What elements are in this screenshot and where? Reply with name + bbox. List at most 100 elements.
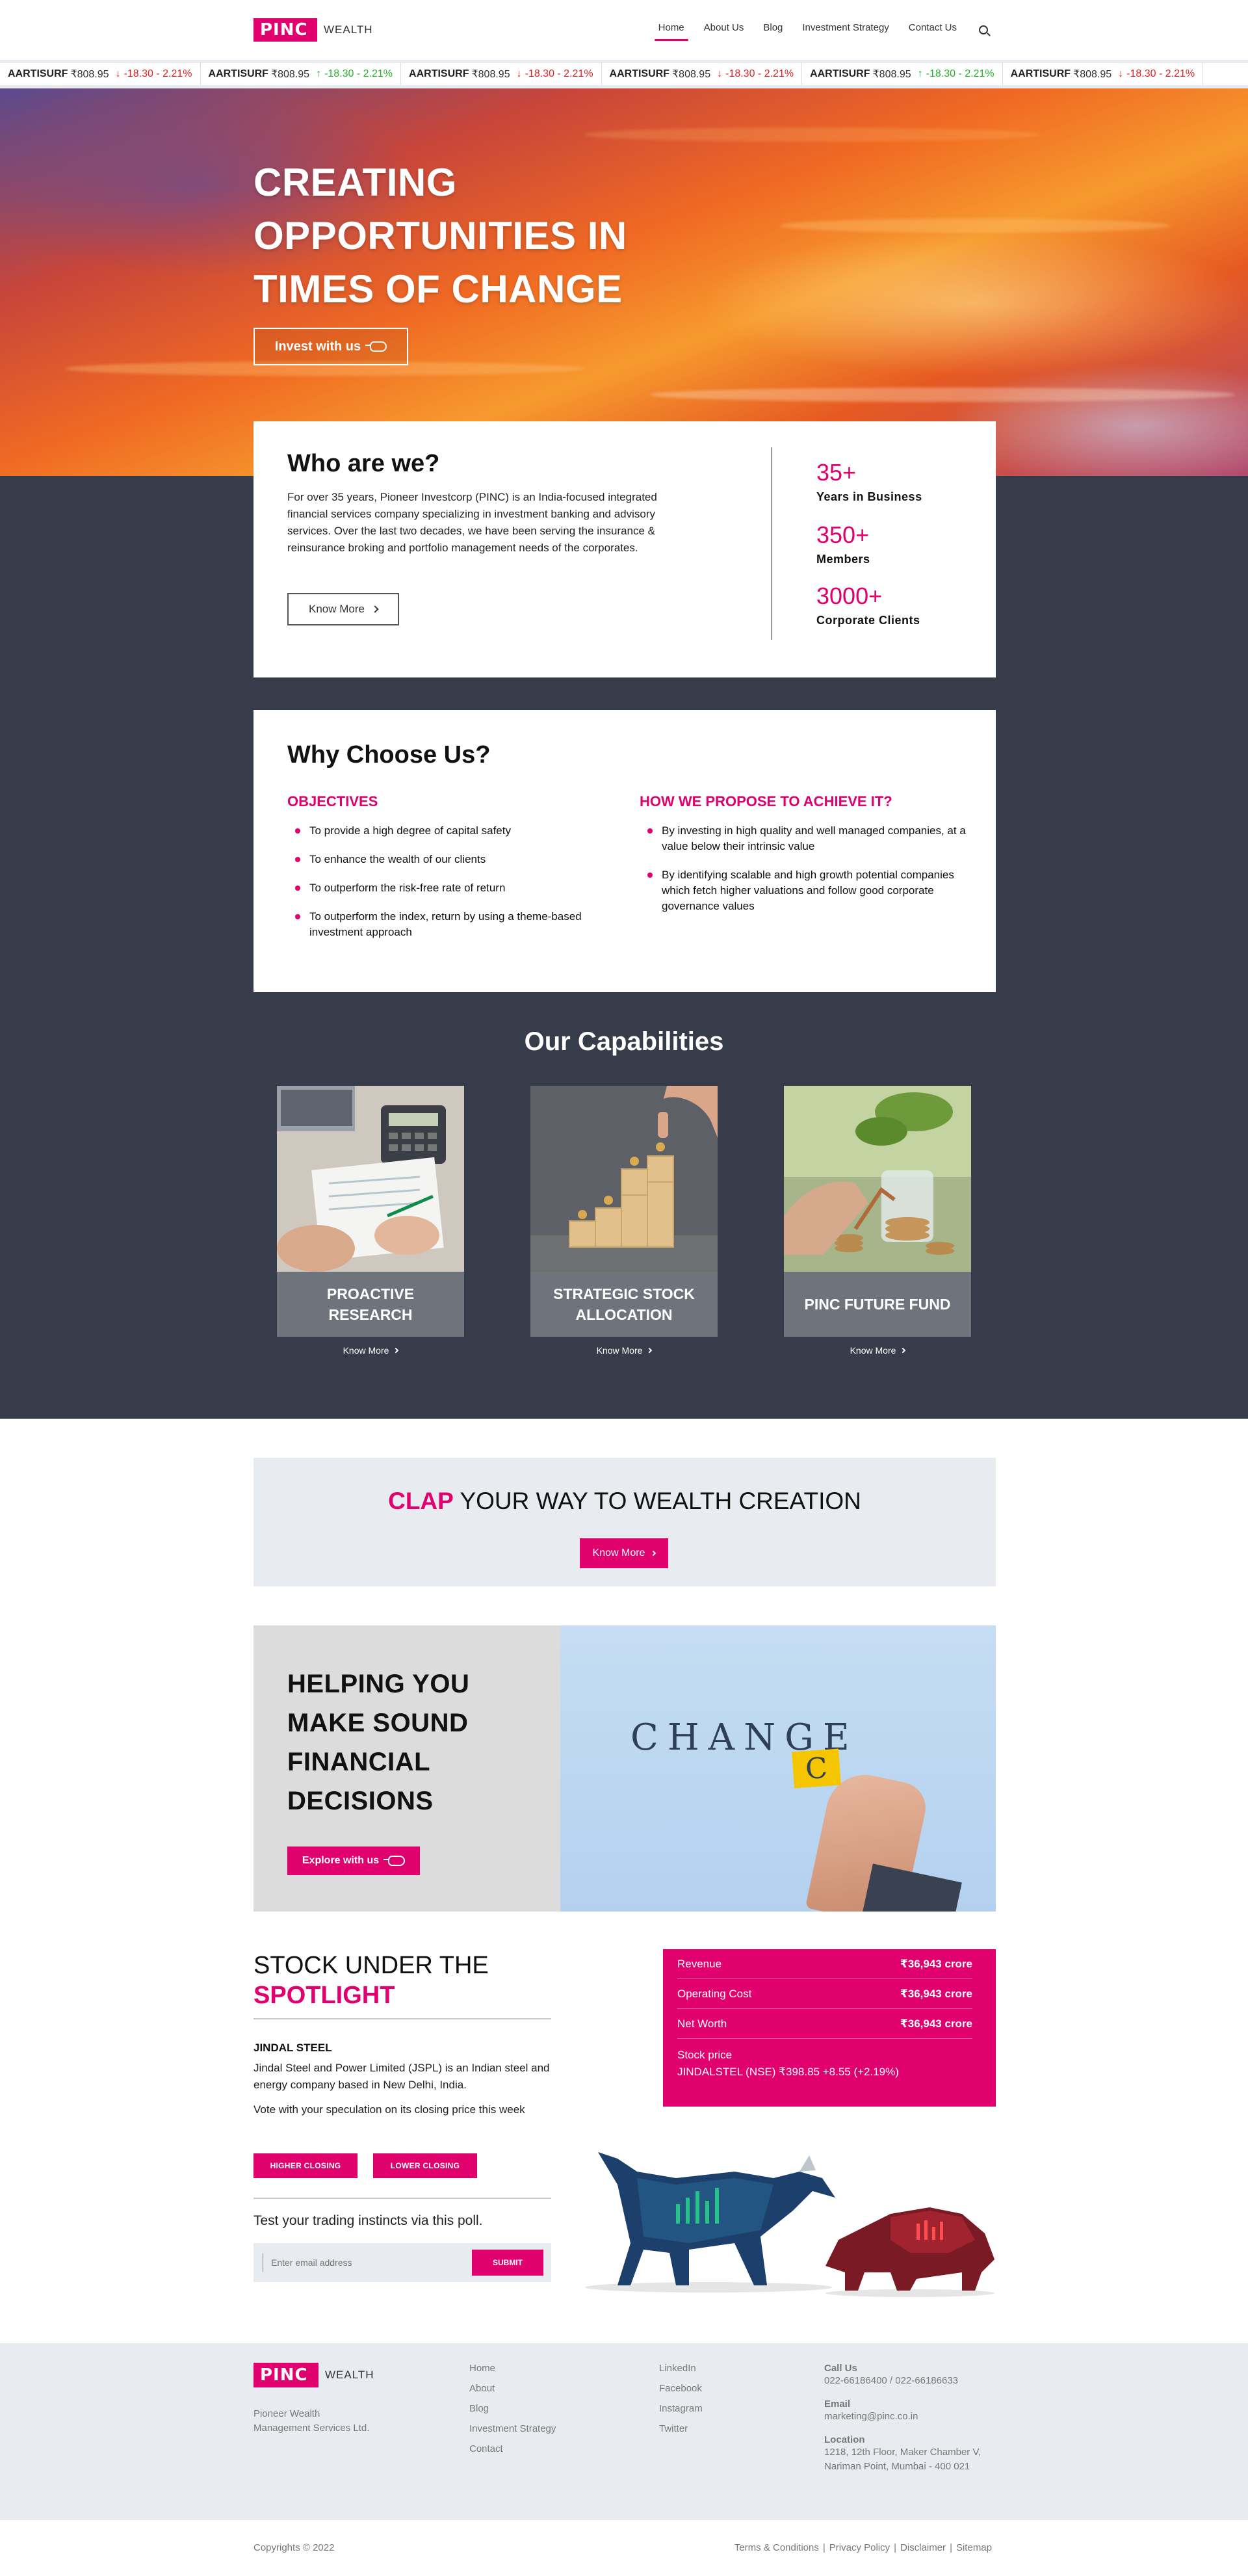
clap-rest: YOUR WAY TO WEALTH CREATION — [453, 1488, 861, 1514]
change-image: CHANGE C — [560, 1625, 996, 1912]
ticker-price: ₹808.95 — [671, 69, 711, 80]
financial-row: Revenue ₹36,943 crore — [677, 1949, 972, 1979]
stock-title-line2: SPOTLIGHT — [254, 1982, 395, 2009]
research-image — [277, 1086, 464, 1272]
financial-label: Net Worth — [677, 2017, 727, 2030]
capability-label: PINC FUTURE FUND — [784, 1272, 971, 1337]
hero-banner: CREATING OPPORTUNITIES IN TIMES OF CHANG… — [0, 88, 1248, 476]
stock-price: Stock price JINDALSTEL (NSE) ₹398.85 +8.… — [677, 2039, 972, 2081]
stat-value: 350+ — [816, 521, 870, 548]
ticker-item[interactable]: AARTISURF ₹808.95 ↓ -18.30 - 2.21% — [1003, 63, 1204, 85]
explore-button[interactable]: Explore with us — [287, 1847, 420, 1875]
ticker-item[interactable]: AARTISURF ₹808.95 ↓ -18.30 - 2.21% — [401, 63, 602, 85]
why-card: Why Choose Us? OBJECTIVES To provide a h… — [254, 710, 996, 992]
stat-value: 35+ — [816, 459, 857, 486]
nav-investment-strategy[interactable]: Investment Strategy — [802, 22, 889, 37]
ticker-symbol: AARTISURF — [8, 68, 68, 79]
invest-button-label: Invest with us — [274, 339, 361, 354]
search-icon[interactable] — [979, 25, 988, 34]
bull-image — [585, 2152, 835, 2293]
nav-about[interactable]: About Us — [704, 22, 744, 37]
legal-link-sitemap[interactable]: Sitemap — [956, 2542, 992, 2553]
ticker-item[interactable]: AARTISURF ₹808.95 ↑ -18.30 - 2.21% — [802, 63, 1003, 85]
approach-list: By investing in high quality and well ma… — [645, 823, 970, 927]
ticker-symbol: AARTISURF — [208, 68, 268, 79]
helping-panel: HELPING YOU MAKE SOUND FINANCIAL DECISIO… — [254, 1625, 560, 1912]
footer-link-investment-strategy[interactable]: Investment Strategy — [469, 2423, 556, 2434]
legal-links: Terms & Conditions | Privacy Policy | Disc… — [734, 2542, 992, 2553]
arrow-down-icon: ↓ — [717, 68, 723, 79]
email-address[interactable]: marketing@pinc.co.in — [824, 2410, 1019, 2424]
link-label: Know More — [596, 1345, 643, 1356]
list-item: To provide a high degree of capital safe… — [292, 823, 598, 839]
financial-label: Operating Cost — [677, 1987, 752, 2000]
chevron-right-icon — [393, 1347, 399, 1354]
copyright: Copyrights © 2022 — [254, 2542, 335, 2553]
sticky-note: C — [792, 1748, 841, 1789]
higher-closing-button[interactable]: HIGHER CLOSING — [254, 2153, 358, 2178]
chevron-right-icon — [651, 1550, 656, 1557]
ticker-price: ₹808.95 — [70, 69, 109, 80]
social-link-linkedin[interactable]: LinkedIn — [659, 2363, 703, 2374]
chevron-right-icon — [900, 1347, 906, 1354]
ticker-change: -18.30 - 2.21% — [124, 68, 192, 79]
know-more-button[interactable]: Know More — [287, 593, 399, 625]
capability-link[interactable]: Know More — [530, 1345, 718, 1356]
lower-closing-button[interactable]: LOWER CLOSING — [373, 2153, 477, 2178]
link-label: Know More — [343, 1345, 389, 1356]
capability-card-fund[interactable]: PINC FUTURE FUND — [784, 1086, 971, 1337]
nav-contact[interactable]: Contact Us — [909, 22, 957, 37]
arrow-down-icon: ↓ — [516, 68, 522, 79]
stock-price-label: Stock price — [677, 2049, 733, 2061]
nav-home[interactable]: Home — [654, 22, 688, 41]
arrow-up-icon: ↑ — [316, 68, 322, 79]
link-label: Know More — [850, 1345, 896, 1356]
nav-blog[interactable]: Blog — [763, 22, 783, 37]
capability-link[interactable]: Know More — [277, 1345, 464, 1356]
social-link-twitter[interactable]: Twitter — [659, 2423, 703, 2434]
capability-link[interactable]: Know More — [784, 1345, 971, 1356]
logo[interactable]: PINC WEALTH — [254, 18, 373, 42]
financial-label: Revenue — [677, 1957, 722, 1970]
footer-logo[interactable]: PINC WEALTH — [254, 2363, 374, 2387]
clap-know-more-button[interactable]: Know More — [580, 1538, 668, 1568]
capability-card-research[interactable]: PROACTIVE RESEARCH — [277, 1086, 464, 1337]
ticker-price: ₹808.95 — [270, 69, 310, 80]
legal-link-disclaimer[interactable]: Disclaimer — [900, 2542, 946, 2553]
legal-link-privacy[interactable]: Privacy Policy — [829, 2542, 890, 2553]
stat-members: 350+ Members — [816, 521, 870, 566]
ticker-change: -18.30 - 2.21% — [1126, 68, 1195, 79]
fund-image — [784, 1086, 971, 1272]
ticker-item[interactable]: AARTISURF ₹808.95 ↑ -18.30 - 2.21% — [201, 63, 402, 85]
invest-button[interactable]: Invest with us — [254, 328, 408, 365]
logo-mark: PINC — [254, 18, 317, 42]
clap-headline: CLAP YOUR WAY TO WEALTH CREATION — [254, 1488, 996, 1515]
button-label: Explore with us — [302, 1855, 380, 1866]
list-item: By investing in high quality and well ma… — [645, 823, 970, 854]
email-input[interactable] — [263, 2254, 458, 2272]
legal-link-terms[interactable]: Terms & Conditions — [734, 2542, 819, 2553]
stock-name: JINDAL STEEL — [254, 2042, 332, 2054]
footer-link-contact[interactable]: Contact — [469, 2443, 556, 2454]
social-link-facebook[interactable]: Facebook — [659, 2383, 703, 2394]
capability-card-allocation[interactable]: STRATEGIC STOCK ALLOCATION — [530, 1086, 718, 1337]
stock-title: STOCK UNDER THE SPOTLIGHT — [254, 1951, 489, 2010]
social-link-instagram[interactable]: Instagram — [659, 2403, 703, 2414]
ticker-item[interactable]: AARTISURF ₹808.95 ↓ -18.30 - 2.21% — [602, 63, 803, 85]
stat-label: Corporate Clients — [816, 614, 920, 627]
call-numbers[interactable]: 022-66186400 / 022-66186633 — [824, 2374, 1019, 2388]
contact-info: Call Us 022-66186400 / 022-66186633 Emai… — [824, 2363, 1019, 2484]
poll-text: Test your trading instincts via this pol… — [254, 2213, 483, 2228]
ticker-item[interactable]: AARTISURF ₹808.95 ↓ -18.30 - 2.21% — [0, 63, 201, 85]
submit-button[interactable]: SUBMIT — [472, 2250, 543, 2276]
location-heading: Location — [824, 2434, 865, 2445]
hero-title: CREATING OPPORTUNITIES IN TIMES OF CHANG… — [254, 161, 627, 311]
footer-link-blog[interactable]: Blog — [469, 2403, 556, 2414]
footer-link-home[interactable]: Home — [469, 2363, 556, 2374]
chevron-right-icon — [371, 605, 379, 613]
footer-links: Home About Blog Investment Strategy Cont… — [469, 2363, 556, 2464]
footer-link-about[interactable]: About — [469, 2383, 556, 2394]
clap-banner: CLAP YOUR WAY TO WEALTH CREATION Know Mo… — [254, 1458, 996, 1586]
main-nav: Home About Us Blog Investment Strategy C… — [639, 22, 988, 41]
clap-highlight: CLAP — [388, 1488, 454, 1514]
